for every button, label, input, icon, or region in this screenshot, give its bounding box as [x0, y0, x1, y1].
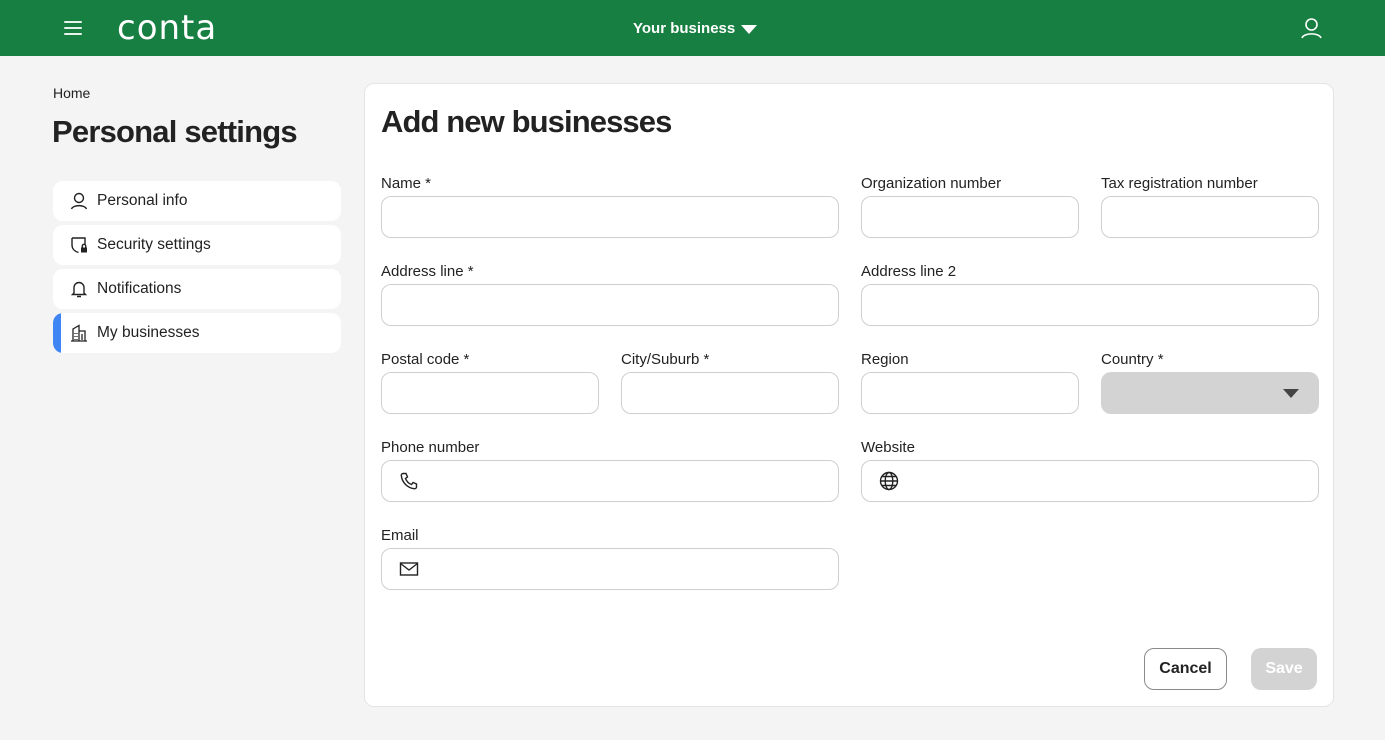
region-field: Region: [861, 350, 1079, 414]
form-title: Add new businesses: [381, 104, 672, 139]
address-line-label: Address line *: [381, 263, 474, 280]
name-label: Name *: [381, 175, 432, 192]
address-line-2-input[interactable]: [861, 284, 1319, 326]
region-label: Region: [861, 351, 909, 368]
breadcrumb-home[interactable]: Home: [53, 85, 90, 101]
user-icon: [70, 192, 88, 210]
phone-number-field: Phone number: [381, 438, 839, 502]
country-select[interactable]: [1101, 372, 1319, 414]
save-button[interactable]: Save: [1251, 648, 1317, 690]
hamburger-menu-icon[interactable]: [62, 18, 84, 38]
cancel-button[interactable]: Cancel: [1144, 648, 1227, 690]
name-input[interactable]: [381, 196, 839, 238]
postal-code-label: Postal code *: [381, 351, 470, 368]
address-line-2-field: Address line 2: [861, 262, 1319, 326]
page-title: Personal settings: [52, 114, 298, 149]
address-line-2-label: Address line 2: [861, 263, 957, 280]
phone-number-input[interactable]: [381, 460, 839, 502]
add-business-form: Add new businesses Name * Organization n…: [364, 83, 1334, 707]
city-suburb-field: City/Suburb *: [621, 350, 839, 414]
building-icon: [71, 324, 87, 342]
name-field: Name *: [381, 174, 839, 238]
bell-icon: [70, 281, 88, 298]
conta-logo[interactable]: conta: [117, 8, 217, 48]
organization-number-input[interactable]: [861, 196, 1079, 238]
website-field: Website: [861, 438, 1319, 502]
shield-lock-icon: [71, 237, 87, 254]
address-line-input[interactable]: [381, 284, 839, 326]
caret-down-icon: [1283, 389, 1299, 398]
country-field: Country *: [1101, 350, 1319, 414]
region-input[interactable]: [861, 372, 1079, 414]
website-label: Website: [861, 439, 915, 456]
postal-code-field: Postal code *: [381, 350, 599, 414]
city-suburb-input[interactable]: [621, 372, 839, 414]
sidebar-item-personal-info[interactable]: Personal info: [53, 181, 341, 221]
sidebar-item-my-businesses[interactable]: My businesses: [53, 313, 341, 353]
sidebar-item-label: Notifications: [97, 280, 182, 297]
settings-sidebar: Personal info Security settings Notifica…: [53, 181, 341, 357]
tax-registration-number-field: Tax registration number: [1101, 174, 1319, 238]
business-switcher[interactable]: Your business: [633, 17, 758, 39]
postal-code-input[interactable]: [381, 372, 599, 414]
sidebar-item-notifications[interactable]: Notifications: [53, 269, 341, 309]
business-switcher-label: Your business: [633, 19, 736, 37]
phone-number-label: Phone number: [381, 439, 480, 456]
sidebar-item-label: My businesses: [97, 324, 200, 341]
caret-down-icon: [741, 24, 758, 34]
sidebar-item-label: Security settings: [97, 236, 211, 253]
tax-registration-number-input[interactable]: [1101, 196, 1319, 238]
email-input[interactable]: [381, 548, 839, 590]
address-line-field: Address line *: [381, 262, 839, 326]
organization-number-field: Organization number: [861, 174, 1079, 238]
user-account-icon[interactable]: [1300, 17, 1323, 39]
sidebar-item-label: Personal info: [97, 192, 188, 209]
city-suburb-label: City/Suburb *: [621, 351, 710, 368]
tax-registration-number-label: Tax registration number: [1101, 175, 1258, 192]
top-navigation-bar: conta Your business: [0, 0, 1385, 56]
organization-number-label: Organization number: [861, 175, 1002, 192]
website-input[interactable]: [861, 460, 1319, 502]
email-field: Email: [381, 526, 839, 590]
country-label: Country *: [1101, 351, 1164, 368]
email-label: Email: [381, 527, 419, 544]
sidebar-item-security-settings[interactable]: Security settings: [53, 225, 341, 265]
